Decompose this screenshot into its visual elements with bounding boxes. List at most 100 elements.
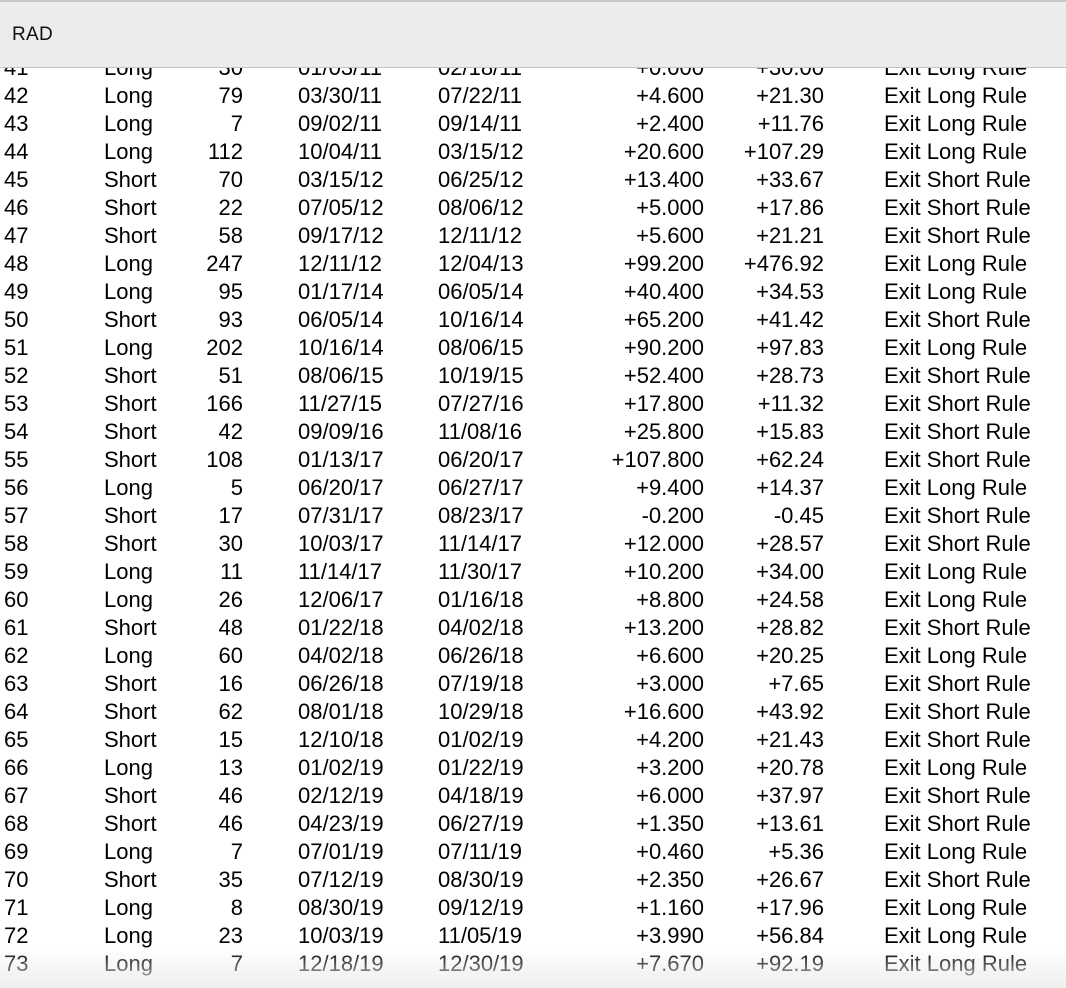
table-row[interactable]: 47 Short 58 09/17/12 12/11/12 +5.600 +21.21 Exi… (0, 222, 1066, 250)
trade-percent-cell: +15.83 (756, 419, 824, 444)
trade-exit-date-cell: 08/30/19 (438, 867, 524, 892)
table-row[interactable]: 54 Short 42 09/09/16 11/08/16 +25.800 +15.83 Ex… (0, 418, 1066, 446)
trade-direction-cell: Short (104, 531, 157, 556)
table-row[interactable]: 53 Short 166 11/27/15 07/27/16 +17.800 +11.32 E… (0, 390, 1066, 418)
trade-entry-date-cell: 03/15/12 (298, 167, 384, 192)
trade-points-cell: +52.400 (623, 363, 704, 388)
trade-direction-cell: Long (104, 68, 153, 82)
trade-direction-cell: Long (104, 559, 153, 584)
trade-percent-cell: +476.92 (743, 251, 824, 276)
trade-number-cell: 42 (4, 83, 29, 108)
trade-exit-rule-cell: Exit Long Rule (884, 895, 1028, 920)
trade-percent-cell: +20.25 (756, 643, 824, 668)
trade-bars-cell: 62 (218, 699, 243, 724)
trade-entry-date-cell: 01/22/18 (298, 615, 384, 640)
trade-bars-cell: 26 (218, 587, 243, 612)
table-row[interactable]: 45 Short 70 03/15/12 06/25/12 +13.400 +33.67 Ex… (0, 166, 1066, 194)
table-row[interactable]: 66 Long 13 01/02/19 01/22/19 +3.200 +20.78 Exit… (0, 754, 1066, 782)
trade-exit-date-cell: 02/18/11 (438, 68, 522, 82)
trade-number-cell: 68 (4, 811, 29, 836)
table-row[interactable]: 68 Short 46 04/23/19 06/27/19 +1.350 +13.61 Exi… (0, 810, 1066, 838)
trade-entry-date-cell: 12/11/12 (298, 251, 383, 276)
trade-entry-date-cell: 12/18/19 (298, 951, 384, 976)
trade-entry-date-cell: 10/03/19 (298, 923, 384, 948)
table-row[interactable]: 46 Short 22 07/05/12 08/06/12 +5.000 +17.86 Exi… (0, 194, 1066, 222)
table-row[interactable]: 58 Short 30 10/03/17 11/14/17 +12.000 +28.57 Ex… (0, 530, 1066, 558)
table-row[interactable]: 73 Long 7 12/18/19 12/30/19 +7.670 +92.19 Exit … (0, 950, 1066, 978)
table-row[interactable]: 64 Short 62 08/01/18 10/29/18 +16.600 +43.92 Ex… (0, 698, 1066, 726)
trade-bars-cell: 22 (218, 195, 243, 220)
table-row[interactable]: 70 Short 35 07/12/19 08/30/19 +2.350 +26.67 Exi… (0, 866, 1066, 894)
table-row[interactable]: 62 Long 60 04/02/18 06/26/18 +6.600 +20.25 Exit… (0, 642, 1066, 670)
table-row[interactable]: 55 Short 108 01/13/17 06/20/17 +107.800 +62.24… (0, 446, 1066, 474)
table-row[interactable]: 72 Long 23 10/03/19 11/05/19 +3.990 +56.84 Exit… (0, 922, 1066, 950)
trade-percent-cell: +97.83 (756, 335, 824, 360)
trade-bars-cell: 46 (218, 783, 243, 808)
table-row[interactable]: 56 Long 5 06/20/17 06/27/17 +9.400 +14.37 Exit … (0, 474, 1066, 502)
trade-number-cell: 57 (4, 503, 29, 528)
trade-number-cell: 69 (4, 839, 29, 864)
trade-number-cell: 67 (4, 783, 29, 808)
trade-exit-date-cell: 01/02/19 (438, 727, 524, 752)
table-row[interactable]: 51 Long 202 10/16/14 08/06/15 +90.200 +97.83 Ex… (0, 334, 1066, 362)
table-row[interactable]: 60 Long 26 12/06/17 01/16/18 +8.800 +24.58 Exit… (0, 586, 1066, 614)
trade-exit-rule-cell: Exit Short Rule (884, 419, 1031, 444)
table-row[interactable]: 71 Long 8 08/30/19 09/12/19 +1.160 +17.96 Exit … (0, 894, 1066, 922)
trade-points-cell: +17.800 (623, 391, 704, 416)
trade-number-cell: 60 (4, 587, 29, 612)
trade-direction-cell: Short (104, 727, 157, 752)
table-row[interactable]: 59 Long 11 11/14/17 11/30/17 +10.200 +34.00 Exi… (0, 558, 1066, 586)
trade-direction-cell: Short (104, 615, 157, 640)
table-row-partial[interactable]: 41 Long 30 01/03/11 02/18/11 +0.000 +30.… (0, 68, 1066, 82)
table-row[interactable]: 48 Long 247 12/11/12 12/04/13 +99.200 +476.92 E… (0, 250, 1066, 278)
trade-exit-date-cell: 10/29/18 (438, 699, 524, 724)
trade-points-cell: +0.460 (636, 839, 704, 864)
table-row[interactable]: 61 Short 48 01/22/18 04/02/18 +13.200 +28.82 Ex… (0, 614, 1066, 642)
trade-percent-cell: -0.45 (773, 503, 824, 528)
table-row[interactable]: 69 Long 7 07/01/19 07/11/19 +0.460 +5.36 Exit L… (0, 838, 1066, 866)
trade-exit-date-cell: 11/14/17 (438, 531, 523, 556)
trade-number-cell: 71 (4, 895, 29, 920)
table-row[interactable]: 67 Short 46 02/12/19 04/18/19 +6.000 +37.97 Exi… (0, 782, 1066, 810)
trade-direction-cell: Long (104, 923, 153, 948)
trade-direction-cell: Long (104, 475, 153, 500)
trade-exit-rule-cell: Exit Short Rule (884, 195, 1031, 220)
trade-direction-cell: Long (104, 895, 153, 920)
trade-exit-date-cell: 12/30/19 (438, 951, 524, 976)
table-row[interactable]: 49 Long 95 01/17/14 06/05/14 +40.400 +34.53 Exi… (0, 278, 1066, 306)
trade-bars-cell: 7 (230, 111, 243, 136)
table-row[interactable]: 44 Long 112 10/04/11 03/15/12 +20.600 +107.29 E… (0, 138, 1066, 166)
trade-direction-cell: Long (104, 83, 153, 108)
trade-number-cell: 53 (4, 391, 29, 416)
trade-entry-date-cell: 09/02/11 (298, 111, 383, 136)
trade-points-cell: +5.000 (636, 195, 704, 220)
trade-exit-date-cell: 12/11/12 (438, 223, 523, 248)
trade-exit-date-cell: 06/26/18 (438, 643, 524, 668)
trade-percent-cell: +11.76 (757, 111, 824, 136)
trade-exit-rule-cell: Exit Long Rule (884, 279, 1028, 304)
table-row[interactable]: 52 Short 51 08/06/15 10/19/15 +52.400 +28.73 Ex… (0, 362, 1066, 390)
trade-direction-cell: Short (104, 811, 157, 836)
table-row[interactable]: 43 Long 7 09/02/11 09/14/11 +2.400 +11.76 Exit … (0, 110, 1066, 138)
trade-number-cell: 41 (4, 68, 28, 82)
trade-percent-cell: +28.57 (756, 531, 824, 556)
trade-exit-date-cell: 09/12/19 (438, 895, 524, 920)
trade-direction-cell: Short (104, 699, 157, 724)
trade-percent-cell: +34.53 (756, 279, 824, 304)
table-row[interactable]: 42 Long 79 03/30/11 07/22/11 +4.600 +21.30 Exit… (0, 82, 1066, 110)
trade-exit-rule-cell: Exit Short Rule (884, 671, 1031, 696)
trade-entry-date-cell: 08/30/19 (298, 895, 384, 920)
trade-direction-cell: Long (104, 755, 153, 780)
trade-direction-cell: Short (104, 419, 157, 444)
table-row[interactable]: 63 Short 16 06/26/18 07/19/18 +3.000 +7.65 Exit… (0, 670, 1066, 698)
table-row[interactable]: 65 Short 15 12/10/18 01/02/19 +4.200 +21.43 Exi… (0, 726, 1066, 754)
trade-bars-cell: 70 (218, 167, 243, 192)
trade-direction-cell: Long (104, 587, 153, 612)
table-row[interactable]: 50 Short 93 06/05/14 10/16/14 +65.200 +41.42 Ex… (0, 306, 1066, 334)
trade-exit-rule-cell: Exit Short Rule (884, 867, 1031, 892)
trade-points-cell: +16.600 (623, 699, 704, 724)
trade-bars-cell: 166 (206, 391, 243, 416)
trade-table[interactable]: 41 Long 30 01/03/11 02/18/11 +0.000 +30.… (0, 68, 1066, 988)
trade-percent-cell: +41.42 (756, 307, 824, 332)
table-row[interactable]: 57 Short 17 07/31/17 08/23/17 -0.200 -0.45 Exit… (0, 502, 1066, 530)
